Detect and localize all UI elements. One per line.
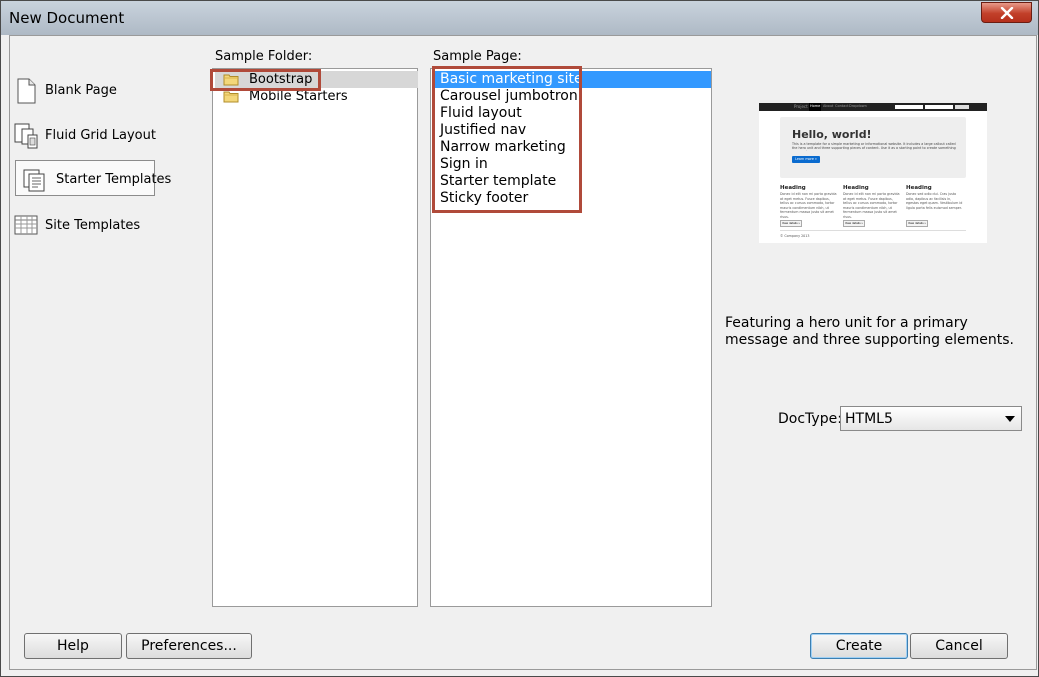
preview-nav-item: Dropdown — [849, 104, 867, 108]
preview-column-text: Donec id elit non mi porta gravida at eg… — [843, 192, 900, 219]
category-fluid-grid-layout[interactable]: Fluid Grid Layout — [9, 118, 156, 154]
sample-page-label: Sample Page: — [433, 49, 522, 64]
window-title: New Document — [9, 9, 125, 27]
page-item[interactable]: Justified nav — [435, 122, 711, 139]
preview-column: Heading Donec id elit non mi porta gravi… — [780, 185, 838, 227]
folder-icon — [223, 90, 239, 107]
new-document-dialog: New Document Blank Page Fluid Grid Layou… — [0, 0, 1039, 677]
folder-label: Bootstrap — [249, 72, 313, 87]
category-blank-page[interactable]: Blank Page — [9, 73, 147, 107]
title-bar[interactable]: New Document — [1, 1, 1038, 35]
preview-column: Heading Donec sed odio dui. Cras justo o… — [906, 185, 964, 227]
category-label: Blank Page — [45, 83, 117, 98]
page-item[interactable]: Carousel jumbotron — [435, 88, 711, 105]
page-item[interactable]: Fluid layout — [435, 105, 711, 122]
template-preview: Project name Home About Contact Dropdown… — [759, 103, 987, 243]
preview-hero-title: Hello, world! — [792, 128, 872, 141]
help-button[interactable]: Help — [24, 633, 122, 659]
page-item-label: Carousel jumbotron — [440, 88, 578, 104]
page-item-label: Fluid layout — [440, 105, 522, 121]
page-item-label: Starter template — [440, 173, 557, 189]
page-item-label: Sign in — [440, 156, 488, 172]
folder-item-bootstrap[interactable]: Bootstrap — [215, 71, 418, 88]
blank-page-icon — [13, 77, 39, 109]
page-item-label: Sticky footer — [440, 190, 529, 206]
folder-item-mobile-starters[interactable]: Mobile Starters — [215, 88, 418, 105]
preview-hero-text: This is a template for a simple marketin… — [792, 142, 956, 151]
cancel-button[interactable]: Cancel — [910, 633, 1008, 659]
preview-column-text: Donec sed odio dui. Cras justo odio, dap… — [906, 192, 963, 210]
chevron-down-icon — [1005, 416, 1015, 422]
preview-column-button: View details » — [906, 220, 928, 227]
preview-nav-item: Contact — [835, 104, 849, 108]
preview-column-text: Donec id elit non mi porta gravida at eg… — [780, 192, 837, 219]
folder-label: Mobile Starters — [249, 89, 348, 104]
doctype-label: DocType: — [778, 411, 842, 427]
preview-footer: © Company 2013 — [780, 234, 810, 238]
sample-folder-list[interactable]: Bootstrap Mobile Starters — [212, 68, 418, 607]
page-item[interactable]: Narrow marketing — [435, 139, 711, 156]
category-label: Starter Templates — [56, 172, 172, 187]
page-item[interactable]: Starter template — [435, 173, 711, 190]
category-site-templates[interactable]: Site Templates — [9, 208, 147, 242]
page-item[interactable]: Basic marketing site — [435, 71, 711, 88]
preview-nav-item: About — [823, 104, 834, 108]
close-button[interactable] — [981, 2, 1032, 23]
preferences-button[interactable]: Preferences... — [126, 633, 252, 659]
category-label: Site Templates — [45, 218, 141, 233]
create-button[interactable]: Create — [810, 633, 908, 659]
doctype-select[interactable]: HTML5 — [840, 406, 1022, 431]
preview-column-button: View details » — [780, 220, 802, 227]
preview-hero: Hello, world! This is a template for a s… — [780, 117, 966, 178]
preview-hero-button: Learn more » — [792, 156, 820, 163]
preview-column: Heading Donec id elit non mi porta gravi… — [843, 185, 901, 227]
preview-navbar: Project name Home About Contact Dropdown — [759, 103, 987, 111]
site-templates-icon — [13, 212, 41, 242]
category-label: Fluid Grid Layout — [45, 128, 156, 143]
close-icon — [1000, 7, 1014, 19]
sample-page-list[interactable]: Basic marketing site Carousel jumbotron … — [430, 68, 712, 607]
category-starter-templates[interactable]: Starter Templates — [15, 160, 171, 199]
page-item-label: Justified nav — [440, 122, 527, 138]
preview-column-heading: Heading — [780, 185, 806, 191]
preview-column-heading: Heading — [906, 185, 932, 191]
page-item-label: Narrow marketing — [440, 139, 566, 155]
page-item[interactable]: Sign in — [435, 156, 711, 173]
page-item[interactable]: Sticky footer — [435, 190, 711, 207]
preview-column-heading: Heading — [843, 185, 869, 191]
fluid-grid-icon — [13, 122, 41, 154]
doctype-value: HTML5 — [845, 411, 893, 427]
starter-templates-icon — [22, 167, 50, 199]
sample-folder-label: Sample Folder: — [215, 49, 313, 64]
page-item-label: Basic marketing site — [440, 71, 583, 87]
preview-nav-item: Home — [810, 104, 821, 108]
template-description: Featuring a hero unit for a primary mess… — [725, 315, 1014, 348]
preview-column-button: View details » — [843, 220, 865, 227]
